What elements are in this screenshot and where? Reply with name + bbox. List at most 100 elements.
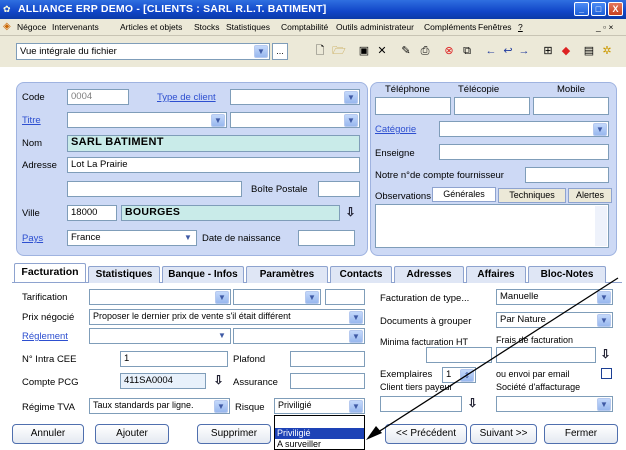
close-button[interactable]: X <box>608 2 623 16</box>
naissance-field[interactable] <box>298 230 355 246</box>
risque-select[interactable]: Priviligié ▼ <box>274 398 365 414</box>
ville-lookup-arrow-icon[interactable]: ⇩ <box>344 205 357 219</box>
email-checkbox[interactable] <box>601 368 612 379</box>
affacturage-select[interactable]: ▼ <box>496 396 613 412</box>
menu-negoce[interactable]: Négoce <box>17 22 46 32</box>
cancel-icon[interactable]: ⊗ <box>441 43 457 59</box>
copy-icon[interactable]: ⧉ <box>459 43 475 59</box>
pcg-field[interactable]: 411SA0004 <box>120 373 206 389</box>
payeur-lookup-arrow-icon[interactable]: ⇩ <box>466 396 479 410</box>
arrow-left-icon[interactable]: ← <box>483 43 499 59</box>
save-icon[interactable]: ▣ <box>356 43 372 59</box>
suivant-button[interactable]: Suivant >> <box>470 424 537 444</box>
print-icon[interactable]: ⎙ <box>417 43 433 59</box>
menu-outils[interactable]: Outils administrateur <box>336 22 414 32</box>
ajouter-button[interactable]: Ajouter <box>95 424 169 444</box>
telephone-field[interactable] <box>375 97 451 115</box>
telecopie-field[interactable] <box>454 97 530 115</box>
menu-complements[interactable]: Compléments <box>424 22 476 32</box>
mobile-field[interactable] <box>533 97 609 115</box>
tab-contacts[interactable]: Contacts <box>330 266 392 283</box>
menu-stocks[interactable]: Stocks <box>194 22 220 32</box>
enseigne-field[interactable] <box>439 144 609 160</box>
supprimer-button[interactable]: Supprimer <box>197 424 271 444</box>
tarification-select[interactable]: ▼ <box>89 289 231 305</box>
titre-link[interactable]: Titre <box>22 115 41 126</box>
reglement-link[interactable]: Réglement <box>22 331 68 342</box>
edit-icon[interactable]: ✎ <box>398 43 414 59</box>
notes-icon[interactable]: ▤ <box>581 43 597 59</box>
menu-articles[interactable]: Articles et objets <box>120 22 182 32</box>
view-select[interactable]: Vue intégrale du fichier ▼ <box>16 43 270 60</box>
tab-parametres[interactable]: Paramètres <box>246 266 328 283</box>
menu-fenetres[interactable]: Fenêtres <box>478 22 512 32</box>
fermer-button[interactable]: Fermer <box>544 424 618 444</box>
observations-scrollbar[interactable] <box>595 206 607 246</box>
facturation-type-select[interactable]: Manuelle ▼ <box>496 289 613 305</box>
menu-statistiques[interactable]: Statistiques <box>226 22 270 32</box>
tarification-field[interactable] <box>325 289 365 305</box>
menu-help[interactable]: ? <box>518 22 523 32</box>
tab-statistiques[interactable]: Statistiques <box>88 266 160 283</box>
tab-adresses[interactable]: Adresses <box>394 266 464 283</box>
delete-icon[interactable]: ✕ <box>374 43 390 59</box>
nom-field[interactable]: SARL BATIMENT <box>67 135 360 152</box>
code-field[interactable]: 0004 <box>67 89 129 105</box>
obs-tab-techniques[interactable]: Techniques <box>498 188 566 203</box>
cee-label: N° Intra CEE <box>22 354 77 365</box>
pays-select[interactable]: France ▼ <box>67 230 197 246</box>
adresse-field[interactable]: Lot La Prairie <box>67 157 360 173</box>
tab-bloc-notes[interactable]: Bloc-Notes <box>528 266 606 283</box>
tab-banque[interactable]: Banque - Infos <box>162 266 244 283</box>
obs-tab-generales[interactable]: Générales <box>432 187 496 202</box>
tab-facturation[interactable]: Facturation <box>14 263 86 282</box>
arrow-right-icon[interactable]: → <box>516 43 532 59</box>
pays-link[interactable]: Pays <box>22 233 43 244</box>
assurance-field[interactable] <box>290 373 365 389</box>
settings-icon[interactable]: ✲ <box>599 43 615 59</box>
bookmark-icon[interactable]: ◆ <box>558 43 574 59</box>
dots-button[interactable]: ... <box>272 43 288 60</box>
type-client-select[interactable]: ▼ <box>230 89 360 105</box>
minima-field[interactable] <box>426 347 492 363</box>
annuler-button[interactable]: Annuler <box>12 424 84 444</box>
pcg-lookup-arrow-icon[interactable]: ⇩ <box>212 373 225 387</box>
menu-intervenants[interactable]: Intervenants <box>52 22 99 32</box>
tab-affaires[interactable]: Affaires <box>466 266 526 283</box>
menu-comptabilite[interactable]: Comptabilité <box>281 22 328 32</box>
tarification-select-2[interactable]: ▼ <box>233 289 321 305</box>
new-icon[interactable]: 🗋 <box>312 43 328 59</box>
precedent-button[interactable]: << Précédent <box>385 424 467 444</box>
undo-icon[interactable]: ↩ <box>500 43 516 59</box>
cp-field[interactable]: 18000 <box>67 205 117 221</box>
categorie-link[interactable]: Catégorie <box>375 124 416 135</box>
exemplaires-spinner[interactable]: 1 ⇕ <box>442 367 476 383</box>
calculator-icon[interactable]: ⊞ <box>540 43 556 59</box>
cee-field[interactable]: 1 <box>120 351 228 367</box>
titre-select[interactable]: ▼ <box>67 112 227 128</box>
fournisseur-field[interactable] <box>525 167 609 183</box>
bp-field[interactable] <box>318 181 360 197</box>
minimize-button[interactable]: _ <box>574 2 589 16</box>
prix-select[interactable]: Proposer le dernier prix de vente s'il é… <box>89 309 365 325</box>
reglement-select[interactable]: ▼ <box>89 328 231 344</box>
titre-select-2[interactable]: ▼ <box>230 112 360 128</box>
maximize-button[interactable]: □ <box>591 2 606 16</box>
payeur-field[interactable] <box>380 396 462 412</box>
open-folder-icon[interactable]: 🗁 <box>331 43 347 59</box>
plafond-field[interactable] <box>290 351 365 367</box>
tva-select[interactable]: Taux standards par ligne. ▼ <box>89 398 230 414</box>
mdi-controls[interactable]: _ ▫ × <box>596 22 613 32</box>
docs-select[interactable]: Par Nature ▼ <box>496 312 613 328</box>
categorie-select[interactable]: ▼ <box>439 121 609 137</box>
obs-tab-alertes[interactable]: Alertes <box>568 188 612 203</box>
risque-option-privilegie[interactable]: Priviligié <box>275 428 364 439</box>
frais-field[interactable] <box>496 347 596 363</box>
risque-option-surveiller[interactable]: A surveiller <box>275 439 364 450</box>
type-client-link[interactable]: Type de client <box>157 92 216 103</box>
adresse-field-2[interactable] <box>67 181 242 197</box>
frais-lookup-arrow-icon[interactable]: ⇩ <box>599 347 612 361</box>
ville-field[interactable]: BOURGES <box>121 205 340 221</box>
reglement-select-2[interactable]: ▼ <box>233 328 365 344</box>
observations-textarea[interactable] <box>375 204 609 248</box>
